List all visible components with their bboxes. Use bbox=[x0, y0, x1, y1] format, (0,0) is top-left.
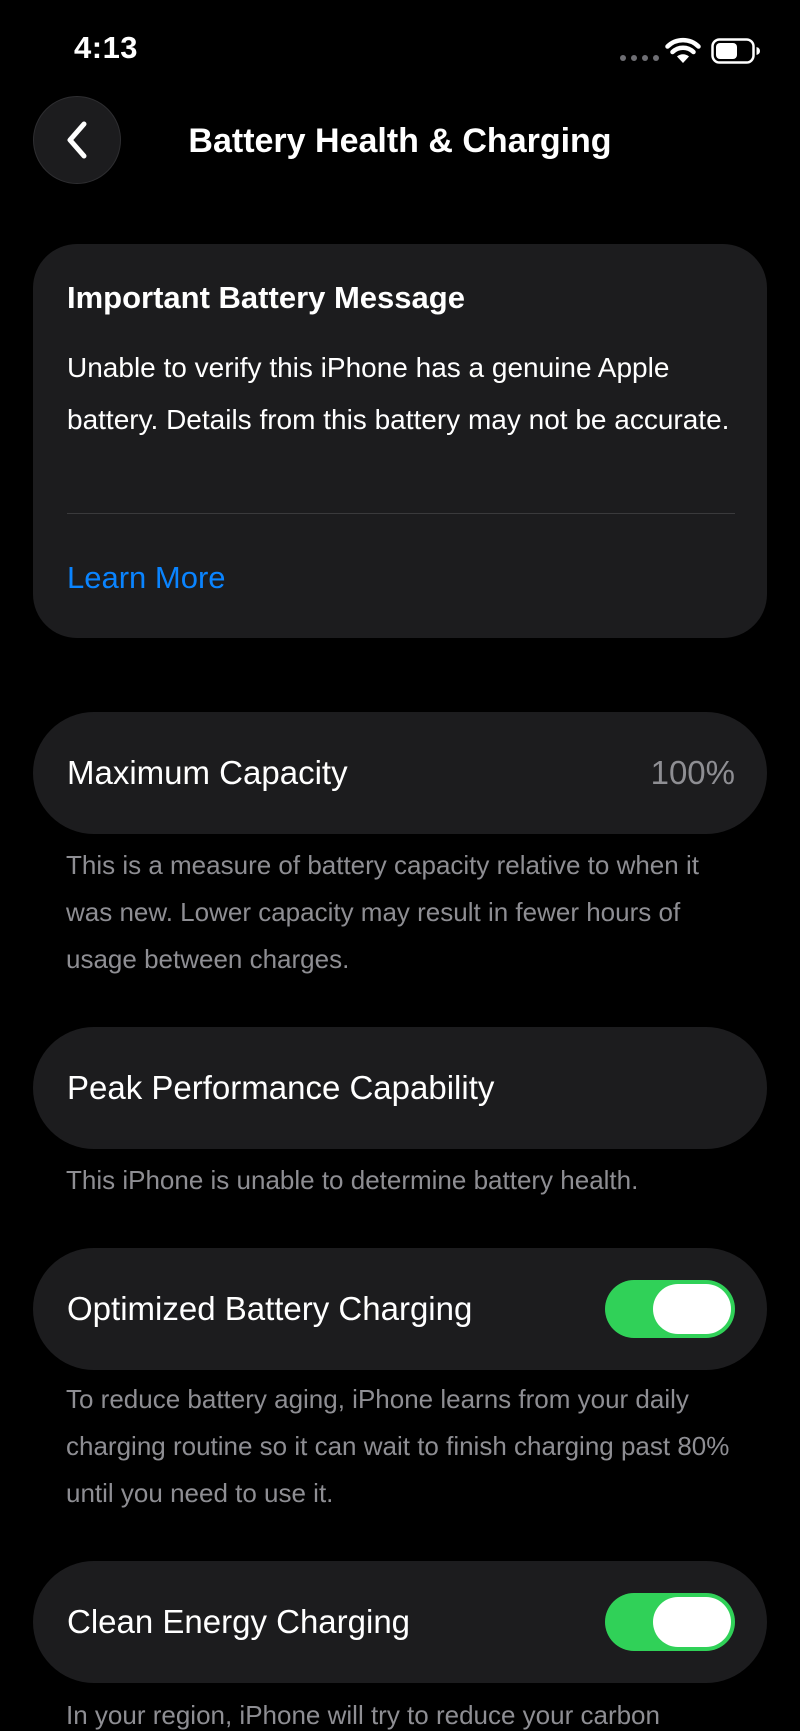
message-body: Unable to verify this iPhone has a genui… bbox=[67, 352, 730, 435]
battery-icon bbox=[711, 38, 760, 64]
peak-performance-row: Peak Performance Capability bbox=[33, 1027, 767, 1149]
message-heading: Important Battery Message bbox=[67, 280, 465, 315]
maximum-capacity-row: Maximum Capacity 100% bbox=[33, 712, 767, 834]
peak-performance-label: Peak Performance Capability bbox=[67, 1069, 495, 1106]
clean-energy-footer: In your region, iPhone will try to reduc… bbox=[66, 1700, 660, 1730]
status-bar: 4:13 bbox=[0, 0, 800, 100]
clean-energy-row: Clean Energy Charging bbox=[33, 1561, 767, 1683]
page-title: Battery Health & Charging bbox=[188, 122, 612, 160]
signal-dots-icon bbox=[620, 55, 659, 61]
optimized-charging-toggle[interactable] bbox=[605, 1280, 735, 1338]
maximum-capacity-label: Maximum Capacity bbox=[67, 754, 348, 791]
wifi-icon bbox=[665, 37, 701, 63]
maximum-capacity-value: 100% bbox=[650, 754, 735, 791]
toggle-knob bbox=[653, 1597, 731, 1647]
optimized-charging-footer: To reduce battery aging, iPhone learns f… bbox=[66, 1384, 730, 1508]
clean-energy-toggle[interactable] bbox=[605, 1593, 735, 1651]
back-button[interactable] bbox=[33, 96, 121, 184]
battery-health-screen: 4:13 Battery Health & Charging Important… bbox=[0, 0, 800, 1731]
clean-energy-label: Clean Energy Charging bbox=[67, 1603, 411, 1640]
maximum-capacity-footer: This is a measure of battery capacity re… bbox=[66, 850, 699, 974]
chevron-left-icon bbox=[67, 121, 87, 159]
optimized-charging-label: Optimized Battery Charging bbox=[67, 1290, 473, 1327]
status-time: 4:13 bbox=[74, 30, 139, 65]
divider bbox=[67, 513, 735, 514]
learn-more-link[interactable]: Learn More bbox=[67, 560, 226, 596]
toggle-knob bbox=[653, 1284, 731, 1334]
peak-performance-footer: This iPhone is unable to determine batte… bbox=[66, 1165, 639, 1195]
battery-message-card: Important Battery Message Unable to veri… bbox=[33, 244, 767, 638]
optimized-charging-row: Optimized Battery Charging bbox=[33, 1248, 767, 1370]
